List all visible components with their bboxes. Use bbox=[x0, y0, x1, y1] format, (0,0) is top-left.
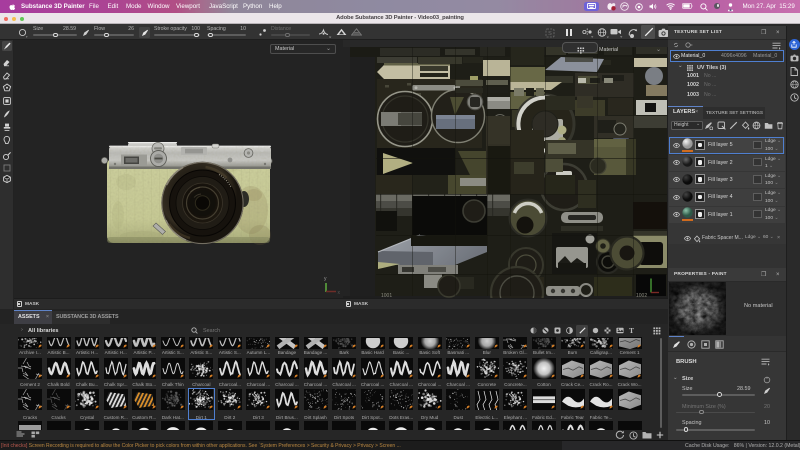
svg-text:1002: 1002 bbox=[636, 293, 647, 298]
svg-text:S: S bbox=[548, 31, 552, 37]
svg-text:1001: 1001 bbox=[381, 293, 392, 298]
svg-text:x: x bbox=[338, 290, 341, 296]
svg-text:y: y bbox=[324, 276, 327, 282]
